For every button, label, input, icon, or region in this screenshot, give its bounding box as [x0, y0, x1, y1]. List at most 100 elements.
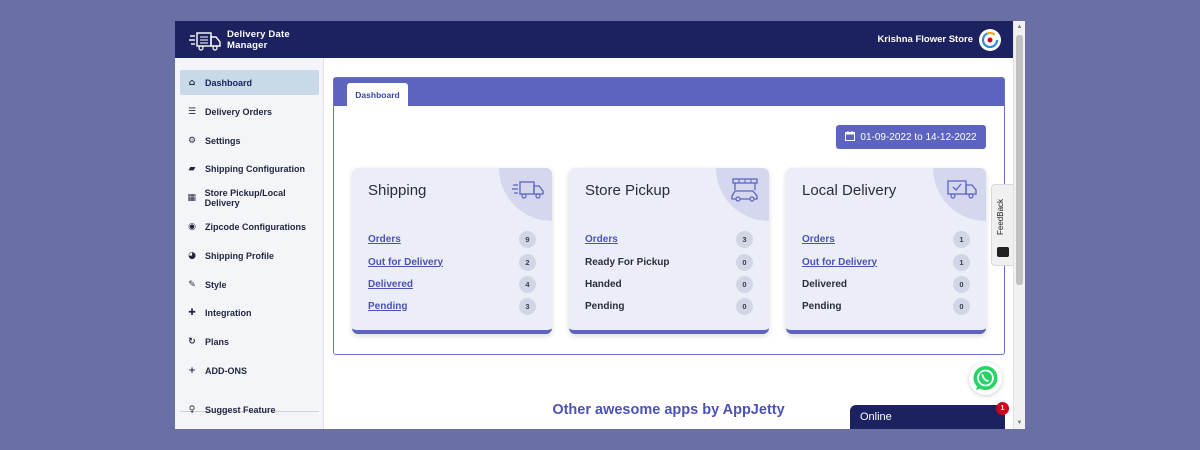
stat-row-orders: Orders 1 [802, 230, 970, 248]
sidebar-item-label: Shipping Configuration [205, 163, 305, 174]
store-account[interactable]: Krishna Flower Store [877, 28, 1001, 51]
orders-link[interactable]: Orders [585, 234, 618, 245]
out-for-delivery-link[interactable]: Out for Delivery [802, 257, 877, 268]
map-pin-icon: ◉ [188, 221, 196, 232]
sidebar-item-delivery-orders[interactable]: ☰ Delivery Orders [180, 99, 319, 124]
sidebar-item-plans[interactable]: ↻ Plans [180, 329, 319, 354]
brush-icon: ✎ [188, 279, 196, 290]
sidebar-item-label: Zipcode Configurations [205, 221, 306, 232]
lightbulb-icon: ♀ [188, 404, 196, 415]
count-badge: 4 [519, 275, 536, 293]
sidebar-item-shipping-profile[interactable]: ◕ Shipping Profile [180, 243, 319, 268]
delivered-link[interactable]: Delivered [368, 279, 413, 290]
stat-row-delivered: Delivered 4 [368, 275, 536, 293]
sidebar-item-label: ADD-ONS [205, 365, 247, 376]
refresh-icon: ↻ [188, 336, 196, 347]
main-content: Dashboard 01-09-2022 to 14-12-2022 Shipp… [324, 58, 1013, 429]
sidebar-item-store-pickup[interactable]: ▦ Store Pickup/Local Delivery [180, 185, 319, 210]
local-delivery-card: Local Delivery Orders 1 Out for Delivery… [786, 168, 986, 334]
orders-link[interactable]: Orders [802, 234, 835, 245]
delivered-label: Delivered [802, 278, 848, 290]
count-badge: 3 [736, 230, 753, 248]
count-badge: 2 [519, 253, 536, 271]
scroll-down-arrow-icon[interactable]: ▼ [1014, 417, 1025, 429]
brand[interactable]: Delivery Date Manager [189, 29, 307, 51]
sidebar-item-label: Store Pickup/Local Delivery [204, 187, 286, 208]
sidebar-item-label: Style [205, 279, 227, 290]
count-badge: 3 [519, 297, 536, 315]
sidebar-item-label: Plans [205, 336, 230, 347]
sidebar-item-label: Dashboard [205, 77, 253, 88]
count-badge: 0 [736, 297, 753, 315]
shipping-card: Shipping Orders 9 Out for Delivery 2 Del… [352, 168, 552, 334]
shipping-profile-icon: ◕ [188, 250, 196, 261]
scroll-thumb[interactable] [1016, 35, 1023, 285]
card-title: Store Pickup [585, 182, 671, 199]
stat-row-out-for-delivery: Out for Delivery 2 [368, 253, 536, 271]
count-badge: 0 [953, 297, 970, 315]
chat-notification-badge: 1 [996, 402, 1009, 415]
stat-row-delivered: Delivered 0 [802, 275, 970, 293]
sidebar-item-add-ons[interactable]: + ADD-ONS [180, 358, 319, 383]
local-delivery-truck-icon [947, 180, 977, 199]
stat-row-pending: Pending 0 [585, 297, 753, 315]
date-range-button[interactable]: 01-09-2022 to 14-12-2022 [836, 125, 986, 149]
sidebar-item-label: Settings [205, 135, 241, 146]
tab-dashboard[interactable]: Dashboard [347, 83, 408, 106]
sidebar-item-label: Delivery Orders [205, 106, 273, 117]
list-icon: ☰ [187, 106, 197, 117]
chat-status: Online [860, 411, 892, 423]
scroll-up-arrow-icon[interactable]: ▲ [1014, 21, 1025, 33]
app-window: Delivery Date Manager Krishna Flower Sto… [175, 21, 1025, 429]
sidebar-item-settings[interactable]: ⚙ Settings [180, 128, 319, 153]
feedback-tab[interactable]: FeedBack [991, 184, 1013, 266]
stat-row-out-for-delivery: Out for Delivery 1 [802, 253, 970, 271]
stat-row-handed: Handed 0 [585, 275, 753, 293]
truck-icon: ▰ [188, 163, 196, 174]
gear-icon: ⚙ [187, 135, 197, 146]
count-badge: 1 [953, 253, 970, 271]
stat-row-pending: Pending 0 [802, 297, 970, 315]
sidebar-item-label: Integration [205, 307, 252, 318]
stat-row-orders: Orders 3 [585, 230, 753, 248]
date-range-label: 01-09-2022 to 14-12-2022 [860, 131, 977, 143]
whatsapp-button[interactable] [969, 362, 1002, 395]
sidebar-item-shipping-configuration[interactable]: ▰ Shipping Configuration [180, 156, 319, 181]
store-avatar-icon[interactable] [979, 28, 1001, 51]
sidebar-item-suggest-feature[interactable]: ♀ Suggest Feature [180, 397, 319, 422]
pending-label: Pending [585, 300, 625, 312]
card-title: Shipping [368, 182, 427, 199]
stat-row-ready-for-pickup: Ready For Pickup 0 [585, 253, 753, 271]
dashboard-panel: Dashboard 01-09-2022 to 14-12-2022 Shipp… [333, 77, 1005, 355]
ready-for-pickup-label: Ready For Pickup [585, 256, 670, 268]
card-corner [933, 168, 986, 221]
sidebar-item-label: Shipping Profile [205, 250, 274, 261]
puzzle-icon: ✚ [188, 307, 196, 318]
out-for-delivery-link[interactable]: Out for Delivery [368, 257, 443, 268]
home-icon: ⌂ [188, 77, 196, 88]
whatsapp-icon [973, 366, 998, 390]
calendar-icon [845, 130, 856, 144]
sidebar-item-style[interactable]: ✎ Style [180, 272, 319, 297]
pending-link[interactable]: Pending [368, 301, 407, 312]
sidebar-item-zipcode-configurations[interactable]: ◉ Zipcode Configurations [180, 214, 319, 239]
page-scrollbar[interactable]: ▲ ▼ [1013, 21, 1025, 429]
card-title: Local Delivery [802, 182, 897, 199]
count-badge: 0 [736, 253, 753, 271]
store-pickup-card: Store Pickup Orders 3 Ready For Pickup 0… [569, 168, 769, 334]
boxes-icon: ▦ [187, 192, 197, 203]
card-corner [716, 168, 769, 221]
delivery-truck-logo-icon [189, 31, 221, 51]
stat-row-orders: Orders 9 [368, 230, 536, 248]
live-chat-widget[interactable]: Online [850, 405, 1005, 429]
delivery-truck-icon [512, 181, 544, 199]
handed-label: Handed [585, 278, 622, 290]
stat-row-pending: Pending 3 [368, 297, 536, 315]
count-badge: 0 [953, 275, 970, 293]
orders-link[interactable]: Orders [368, 234, 401, 245]
sidebar-item-dashboard[interactable]: ⌂ Dashboard [180, 70, 319, 95]
panel-header: Dashboard [334, 78, 1004, 106]
feedback-label: FeedBack [996, 198, 1005, 235]
sidebar-item-integration[interactable]: ✚ Integration [180, 300, 319, 325]
chat-bubble-icon [997, 247, 1009, 257]
